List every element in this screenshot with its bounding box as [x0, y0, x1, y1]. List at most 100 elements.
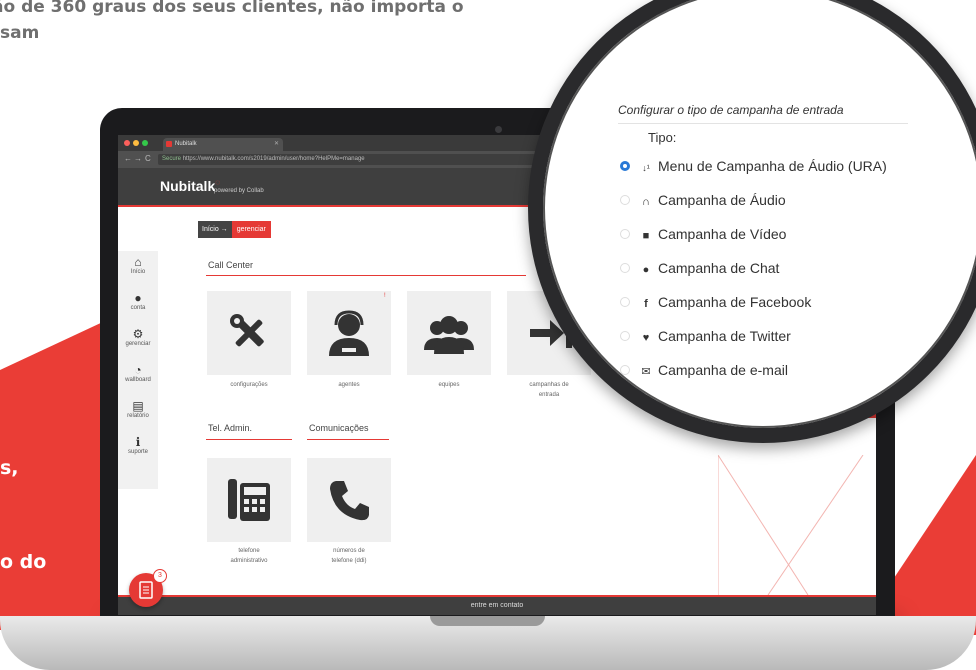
option-campanha-chat[interactable]: ● Campanha de Chat: [618, 259, 908, 280]
phone-handset-icon: [330, 481, 369, 521]
tools-icon: [230, 314, 264, 347]
tile-label-line: números de: [333, 548, 365, 554]
tipo-label: Tipo:: [648, 130, 677, 145]
hero-line-1: ão de 360 graus dos seus clientes, não i…: [0, 0, 464, 17]
office-phone-icon: [228, 479, 270, 521]
option-campanha-video[interactable]: ■ Campanha de Vídeo: [618, 225, 908, 246]
left-panel-text-1: s,: [0, 457, 19, 479]
back-icon[interactable]: ←: [124, 154, 132, 163]
tile-label-line: campanhas de: [529, 382, 569, 388]
sidebar-item-inicio[interactable]: ⌂ Início: [118, 251, 158, 287]
form-title: Configurar o tipo de campanha de entrada: [618, 103, 844, 117]
maximize-window-dot[interactable]: [142, 140, 148, 146]
section-title-tel-admin: Tel. Admin.: [208, 423, 253, 433]
radio-selected[interactable]: [620, 161, 630, 171]
option-campanha-twitter[interactable]: ♥ Campanha de Twitter: [618, 327, 908, 348]
sidebar-item-label: wallboard: [125, 377, 151, 383]
minimize-window-dot[interactable]: [133, 140, 139, 146]
radio[interactable]: [620, 365, 630, 375]
footer-contact[interactable]: entre em contato: [118, 597, 876, 615]
radio[interactable]: [620, 263, 630, 273]
tile-label-line: telefone (ddi): [331, 558, 367, 564]
browser-tab[interactable]: Nubitalk ✕: [163, 138, 283, 151]
section-divider: [206, 439, 292, 440]
close-tab-icon[interactable]: ✕: [274, 138, 279, 151]
option-label: Menu de Campanha de Áudio (URA): [658, 158, 887, 174]
tile-label: campanhas de entrada: [504, 380, 594, 400]
favicon-icon: [166, 141, 172, 147]
option-campanha-email[interactable]: ✉ Campanha de e-mail: [618, 361, 908, 382]
chat-icon: ●: [642, 264, 650, 276]
breadcrumb-gerenciar[interactable]: gerenciar: [231, 221, 271, 238]
nubitalk-logo[interactable]: Nubitalk◌: [160, 178, 220, 194]
tile-label-line: entrada: [538, 392, 560, 398]
tile-telefone-administrativo[interactable]: [207, 458, 291, 542]
envelope-icon: ✉: [641, 366, 651, 378]
logo-text: Nubitalk: [160, 178, 216, 194]
sidebar-item-relatorio[interactable]: ▤ relatório: [118, 395, 158, 431]
radio[interactable]: [620, 229, 630, 239]
section-divider: [206, 275, 526, 276]
secure-label: Secure: [162, 156, 182, 162]
hero-text: ão de 360 graus dos seus clientes, não i…: [0, 0, 464, 46]
option-label: Campanha de Áudio: [658, 192, 786, 208]
campaign-type-form: Configurar o tipo de campanha de entrada…: [618, 103, 908, 395]
sidebar-item-conta[interactable]: ● conta: [118, 287, 158, 323]
laptop-notch: [430, 616, 545, 626]
tile-agentes[interactable]: [307, 291, 391, 375]
sidebar-item-label: relatório: [127, 413, 149, 419]
sidebar-item-suporte[interactable]: ℹ suporte: [118, 431, 158, 467]
tab-title: Nubitalk: [175, 141, 197, 147]
section-title-call-center: Call Center: [208, 260, 254, 270]
tile-label-line: administrativo: [230, 558, 268, 564]
team-icon: [424, 316, 474, 354]
floating-action-button[interactable]: 3: [129, 569, 167, 607]
logo-mark-icon: ◌: [215, 178, 220, 187]
radio[interactable]: [620, 297, 630, 307]
section-divider: [307, 439, 389, 440]
forward-icon[interactable]: →: [134, 154, 142, 163]
option-campanha-audio[interactable]: ∩ Campanha de Áudio: [618, 191, 908, 212]
hero-line-2: sam: [0, 23, 40, 43]
tile-label: números de telefone (ddi): [304, 546, 394, 566]
agentes-badge: !: [384, 293, 386, 299]
gears-icon: ⚙: [132, 327, 144, 341]
sidebar-item-label: gerenciar: [125, 341, 151, 347]
sidebar-item-label: suporte: [127, 449, 148, 455]
sidebar-item-label: conta: [130, 305, 146, 311]
option-label: Campanha de Facebook: [658, 294, 812, 310]
tile-label: configurações: [230, 382, 268, 388]
tile-label-line: telefone: [238, 548, 260, 554]
tile-equipes[interactable]: [407, 291, 491, 375]
tile-label: agentes: [338, 382, 360, 388]
laptop-base: [0, 616, 976, 670]
option-menu-campanha-audio-ura[interactable]: ↓¹ Menu de Campanha de Áudio (URA): [618, 157, 908, 178]
reload-icon[interactable]: C: [145, 154, 151, 163]
option-label: Campanha de e-mail: [658, 362, 788, 378]
facebook-icon: f: [644, 298, 648, 310]
headset-icon: ∩: [642, 196, 650, 208]
tile-label: equipes: [438, 382, 460, 388]
twitter-icon: ♥: [642, 332, 650, 344]
gauge-icon: ◔: [134, 363, 142, 377]
info-icon: ℹ: [135, 435, 141, 449]
tile-configuracoes[interactable]: [207, 291, 291, 375]
sidebar-item-wallboard[interactable]: ◔ wallboard: [118, 359, 158, 395]
breadcrumb-inicio[interactable]: Início →: [198, 221, 232, 238]
close-window-dot[interactable]: [124, 140, 130, 146]
background-diagonal-lines: [718, 455, 864, 595]
option-campanha-facebook[interactable]: f Campanha de Facebook: [618, 293, 908, 314]
radio[interactable]: [620, 331, 630, 341]
user-icon: ●: [134, 291, 142, 305]
url-text: https://www.nubitalk.com/s2019/admin/use…: [182, 156, 365, 162]
tile-numeros-de-telefone[interactable]: [307, 458, 391, 542]
radio[interactable]: [620, 195, 630, 205]
sort-numeric-icon: ↓¹: [642, 163, 650, 173]
video-icon: ■: [642, 230, 650, 242]
powered-by: powered by Collab: [214, 188, 264, 194]
sidebar-item-gerenciar[interactable]: ⚙ gerenciar: [118, 323, 158, 359]
form-divider: [618, 123, 908, 124]
camera: [495, 126, 502, 133]
left-panel-text-2: o do: [0, 551, 47, 573]
breadcrumb: Início → gerenciar: [198, 221, 271, 238]
